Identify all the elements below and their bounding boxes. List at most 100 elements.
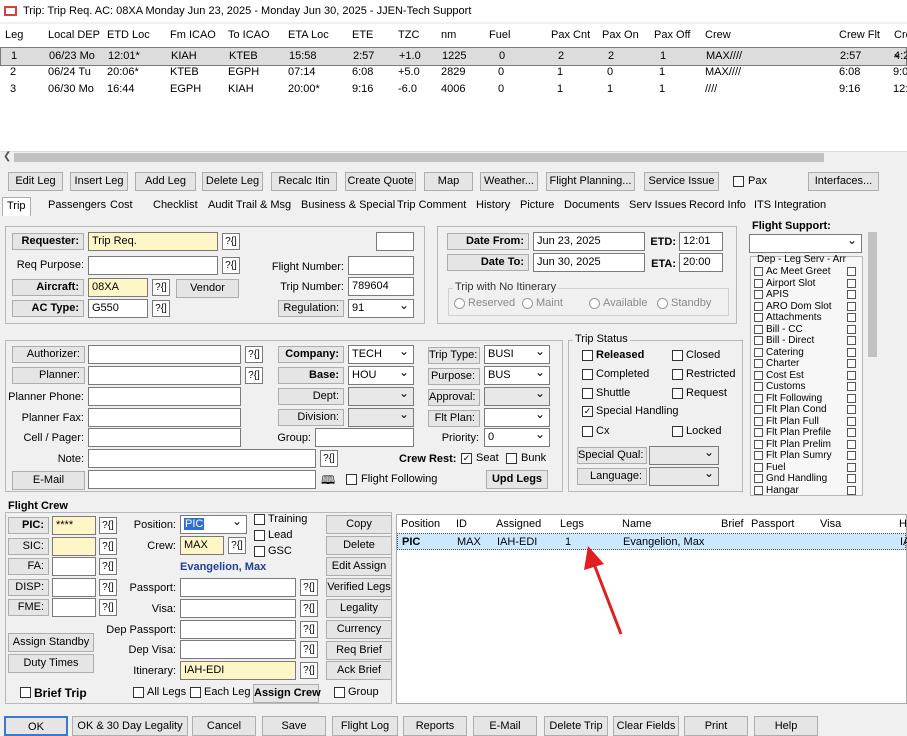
pic-field[interactable]: **** <box>52 516 96 535</box>
special-handling-checkbox[interactable]: ✓ <box>582 406 593 417</box>
col-pax-cnt[interactable]: Pax Cnt <box>551 29 590 41</box>
service-dep-checkbox[interactable] <box>754 451 763 460</box>
scroll-left-icon[interactable]: ❮ <box>3 151 11 162</box>
service-dep-checkbox[interactable] <box>754 485 763 495</box>
col-ete[interactable]: ETE <box>352 29 373 41</box>
purpose-select[interactable]: BUS <box>484 365 550 385</box>
flight-support-select[interactable] <box>749 233 862 253</box>
ac-type-lookup-icon[interactable]: ?{] <box>152 300 170 317</box>
legality-button[interactable]: Legality <box>326 599 392 618</box>
visa-lookup-icon[interactable]: ?{] <box>300 600 318 617</box>
sic-field[interactable] <box>52 537 96 556</box>
trip-type-select[interactable]: BUSI <box>484 344 550 364</box>
horizontal-scrollbar[interactable]: ❮ <box>0 151 907 163</box>
service-dep-checkbox[interactable] <box>754 290 763 299</box>
currency-button[interactable]: Currency <box>326 620 392 639</box>
seat-checkbox[interactable]: ✓ <box>461 453 472 464</box>
flt-plan-select[interactable] <box>484 407 550 427</box>
vendor-button[interactable]: Vendor <box>176 279 239 298</box>
itinerary-lookup-icon[interactable]: ?{] <box>300 662 318 679</box>
email-bottom-button[interactable]: E-Mail <box>473 716 537 736</box>
pic-button[interactable]: PIC: <box>8 517 49 534</box>
service-dep-checkbox[interactable] <box>754 313 763 322</box>
service-arr-checkbox[interactable] <box>847 359 856 368</box>
sic-lookup-icon[interactable]: ?{] <box>99 538 117 555</box>
available-radio[interactable] <box>589 298 600 309</box>
reserved-radio[interactable] <box>454 298 465 309</box>
interfaces-button[interactable]: Interfaces... <box>808 172 879 191</box>
service-arr-checkbox[interactable] <box>847 405 856 414</box>
position-select[interactable]: PIC <box>180 514 247 534</box>
leg-row[interactable]: 2 06/24 Tu 20:06* KTEB EGPH 07:14 6:08 +… <box>0 64 907 81</box>
crew-lookup-icon[interactable]: ?{] <box>228 537 246 554</box>
ok-button[interactable]: OK <box>4 716 68 736</box>
service-arr-checkbox[interactable] <box>847 267 856 276</box>
col-tzc[interactable]: TZC <box>398 29 419 41</box>
crew-grid[interactable]: Position ID Assigned Legs Name Brief Pas… <box>396 514 907 704</box>
service-arr-checkbox[interactable] <box>847 474 856 483</box>
upd-legs-button[interactable]: Upd Legs <box>486 470 548 489</box>
tab-passengers[interactable]: Passengers <box>48 199 106 211</box>
service-arr-checkbox[interactable] <box>847 324 856 334</box>
edit-assign-button[interactable]: Edit Assign <box>326 557 392 576</box>
leg-row[interactable]: 3 06/30 Mo 16:44 EGPH KIAH 20:00* 9:16 -… <box>0 81 907 98</box>
pic-lookup-icon[interactable]: ?{] <box>99 517 117 534</box>
col-brief[interactable]: Brief <box>721 518 744 530</box>
duty-times-button[interactable]: Duty Times <box>8 654 94 673</box>
passport-lookup-icon[interactable]: ?{] <box>300 579 318 596</box>
cell-pager-field[interactable] <box>88 428 241 447</box>
planner-field[interactable] <box>88 366 241 385</box>
tab-audit-trail[interactable]: Audit Trail & Msg <box>208 199 291 211</box>
date-to-button[interactable]: Date To: <box>447 254 529 271</box>
col-visa[interactable]: Visa <box>820 518 841 530</box>
service-dep-checkbox[interactable] <box>754 462 763 472</box>
col-eta-loc[interactable]: ETA Loc <box>288 29 329 41</box>
service-dep-checkbox[interactable] <box>754 405 763 414</box>
req-purpose-lookup-icon[interactable]: ?{] <box>222 257 240 274</box>
request-checkbox[interactable] <box>672 388 683 399</box>
brief-trip-checkbox[interactable] <box>20 687 31 698</box>
service-arr-checkbox[interactable] <box>847 428 856 437</box>
cancel-button[interactable]: Cancel <box>192 716 256 736</box>
authorizer-button[interactable]: Authorizer: <box>12 346 85 363</box>
regulation-button[interactable]: Regulation: <box>278 300 344 317</box>
delete-trip-button[interactable]: Delete Trip <box>544 716 608 736</box>
delete-leg-button[interactable]: Delete Leg <box>202 172 263 191</box>
service-arr-checkbox[interactable] <box>847 370 856 380</box>
dep-visa-field[interactable] <box>180 640 296 659</box>
flight-log-button[interactable]: Flight Log <box>332 716 398 736</box>
special-qual-select[interactable] <box>649 445 719 465</box>
service-arr-checkbox[interactable] <box>847 301 856 311</box>
eta-field[interactable]: 20:00 <box>679 253 723 272</box>
create-quote-button[interactable]: Create Quote <box>345 172 416 191</box>
legs-table[interactable]: Leg Local DEP ETD Loc Fm ICAO To ICAO ET… <box>0 24 907 152</box>
division-button[interactable]: Division: <box>278 409 344 426</box>
weather-button[interactable]: Weather... <box>480 172 538 191</box>
approval-select[interactable] <box>484 386 550 406</box>
service-arr-checkbox[interactable] <box>847 382 856 391</box>
dept-select[interactable] <box>348 386 414 406</box>
crew-field[interactable]: MAX <box>180 536 224 555</box>
note-field[interactable] <box>88 449 316 468</box>
service-arr-checkbox[interactable] <box>847 313 856 322</box>
service-dep-checkbox[interactable] <box>754 382 763 391</box>
service-dep-checkbox[interactable] <box>754 301 763 311</box>
tab-documents[interactable]: Documents <box>564 199 620 211</box>
tab-history[interactable]: History <box>476 199 510 211</box>
add-leg-button[interactable]: Add Leg <box>135 172 196 191</box>
date-from-button[interactable]: Date From: <box>447 233 529 250</box>
authorizer-lookup-icon[interactable]: ?{] <box>245 346 263 363</box>
service-dep-checkbox[interactable] <box>754 347 763 357</box>
service-dep-checkbox[interactable] <box>754 359 763 368</box>
col-fuel[interactable]: Fuel <box>489 29 510 41</box>
col-pax-on[interactable]: Pax On <box>602 29 639 41</box>
service-arr-checkbox[interactable] <box>847 347 856 357</box>
ack-brief-button[interactable]: Ack Brief <box>326 661 392 680</box>
priority-select[interactable]: 0 <box>484 427 550 447</box>
req-purpose-field[interactable] <box>88 256 218 275</box>
col-etd-loc[interactable]: ETD Loc <box>107 29 150 41</box>
date-to-field[interactable]: Jun 30, 2025 <box>533 253 645 272</box>
planner-button[interactable]: Planner: <box>12 367 85 384</box>
each-leg-checkbox[interactable] <box>190 687 201 698</box>
etd-field[interactable]: 12:01 <box>679 232 723 251</box>
